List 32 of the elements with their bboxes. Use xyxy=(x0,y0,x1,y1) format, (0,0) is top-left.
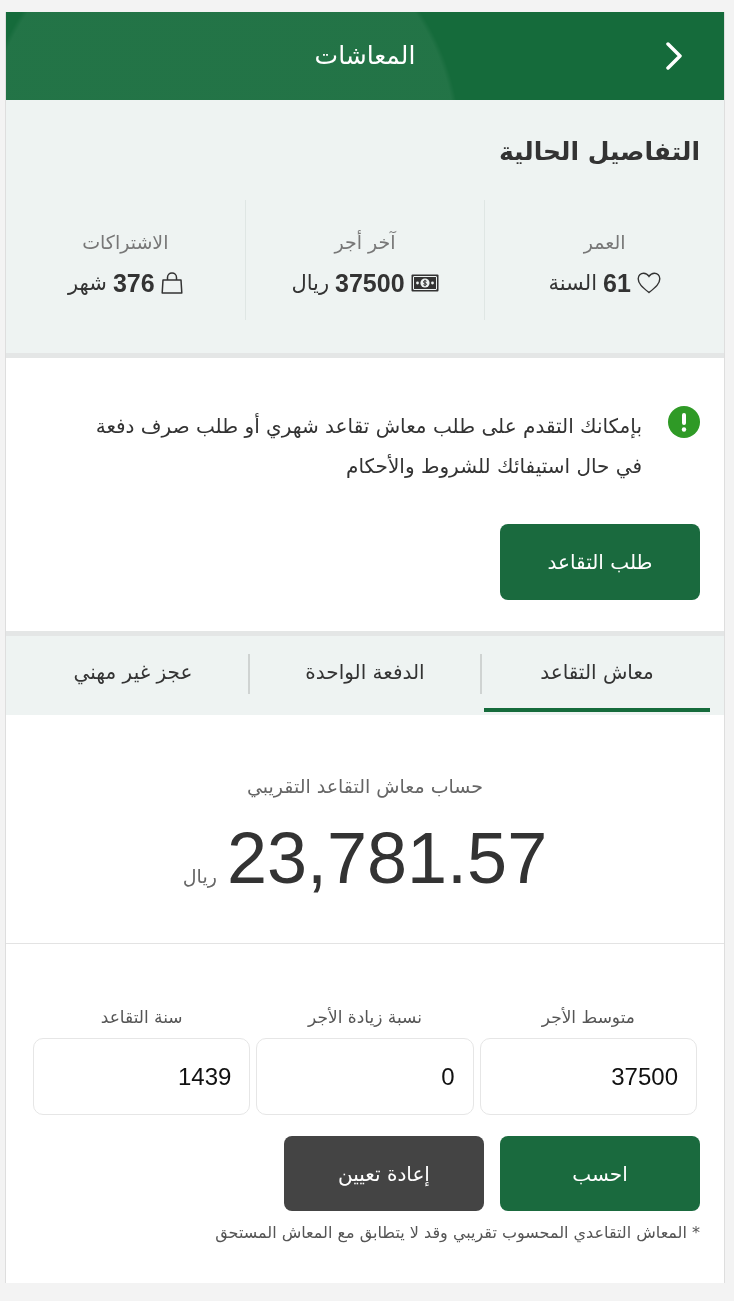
currency-label: ريال xyxy=(182,864,217,890)
banknote-icon xyxy=(410,274,439,292)
calculate-button[interactable]: احسب xyxy=(500,1136,700,1211)
shopping-bag-icon xyxy=(160,272,183,294)
stat-value: 376 xyxy=(112,268,155,299)
stat-value: 37500 xyxy=(335,268,405,299)
field-label: متوسط الأجر xyxy=(541,1006,635,1029)
retirement-request-button[interactable]: طلب التقاعد xyxy=(500,524,700,600)
input-field[interactable]: 0 xyxy=(256,1038,474,1115)
page-title: المعاشات xyxy=(313,40,417,72)
stat-unit: السنة xyxy=(548,270,598,297)
stat-unit: شهر xyxy=(68,270,107,297)
stat-label: الاشتراكات xyxy=(82,230,169,256)
heart-icon xyxy=(636,272,661,294)
field-label: سنة التقاعد xyxy=(100,1006,183,1029)
disclaimer-text: * المعاش التقاعدي المحسوب تقريبي وقد لا يتطابق مع المعاش المستحق xyxy=(214,1222,700,1245)
stat-label: العمر xyxy=(583,230,626,256)
reset-button[interactable]: إعادة تعيين xyxy=(284,1136,484,1211)
tab[interactable]: الدفعة الواحدة xyxy=(252,636,478,712)
field-label: نسبة زيادة الأجر xyxy=(308,1006,422,1029)
pension-amount: 23,781.57 xyxy=(226,818,548,898)
stat-value: 61 xyxy=(603,268,631,299)
input-field[interactable]: 37500 xyxy=(479,1038,697,1115)
exclamation-icon xyxy=(668,406,700,438)
stat-unit: ريال xyxy=(291,270,330,297)
stat-label: آخر أجر xyxy=(334,229,396,256)
input-field[interactable]: 1439 xyxy=(33,1038,251,1115)
section-title: التفاصيل الحالية xyxy=(497,136,700,168)
tab[interactable]: عجز غير مهني xyxy=(20,636,246,712)
result-label: حساب معاش التقاعد التقريبي xyxy=(246,774,484,800)
chevron-right-icon xyxy=(666,42,682,70)
notice-text: بإمكانك التقدم على طلب معاش تقاعد شهري أو طلب صرف دفعة في حال استيفائك للشروط والأحكام xyxy=(94,412,642,481)
